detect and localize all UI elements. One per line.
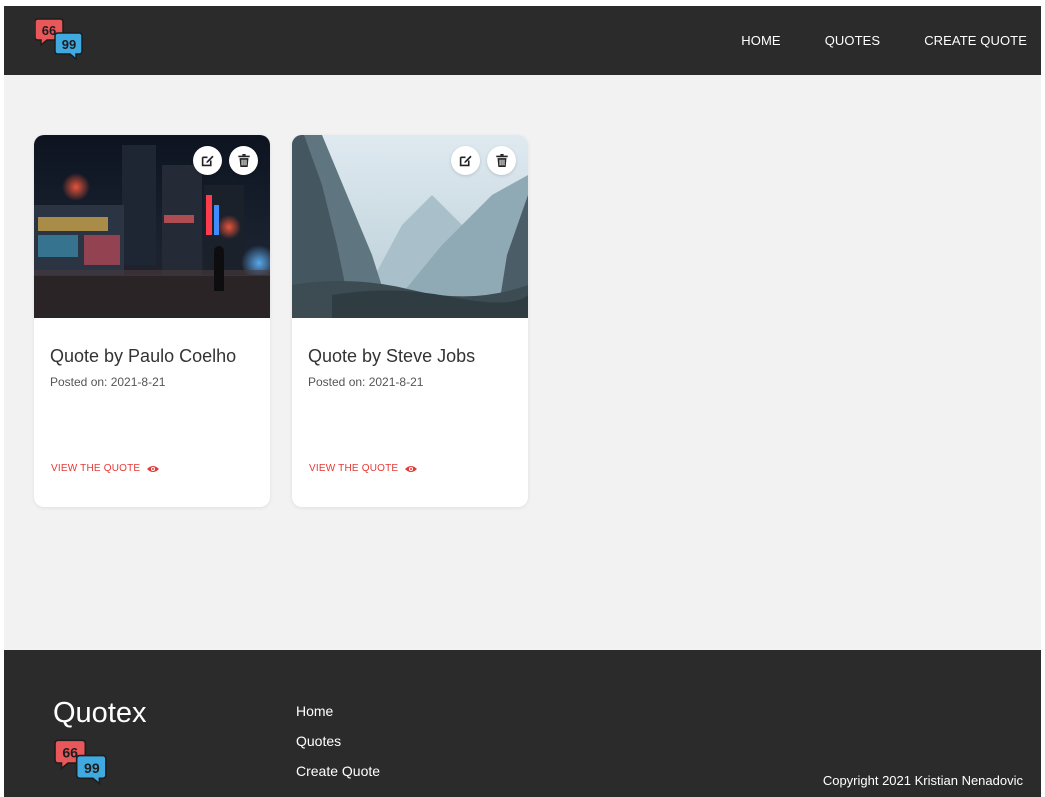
trash-icon: [495, 154, 508, 167]
card-date: Posted on: 2021-8-21: [308, 375, 424, 389]
page: 66 99 HOME QUOTES CREATE QUOTE Quote by …: [4, 6, 1041, 797]
svg-text:66: 66: [42, 23, 56, 38]
view-quote-label: VIEW THE QUOTE: [309, 463, 399, 474]
eye-icon: [147, 465, 160, 472]
view-quote-label: VIEW THE QUOTE: [51, 463, 141, 474]
view-quote-link[interactable]: VIEW THE QUOTE: [309, 463, 418, 474]
edit-button[interactable]: [451, 146, 480, 175]
delete-button[interactable]: [487, 146, 516, 175]
copyright-text: Copyright 2021 Kristian Nenadovic: [822, 773, 1023, 788]
footer-brand: Quotex: [53, 697, 147, 729]
card-title: Quote by Paulo Coelho: [50, 346, 237, 366]
nav-link-home[interactable]: HOME: [741, 33, 780, 48]
quote-card: Quote by Steve Jobs Posted on: 2021-8-21…: [292, 135, 528, 507]
card-actions: [444, 146, 516, 175]
card-body: Quote by Paulo Coelho Posted on: 2021-8-…: [50, 345, 258, 389]
svg-text:66: 66: [62, 745, 78, 761]
edit-icon: [459, 155, 472, 167]
card-title: Quote by Steve Jobs: [308, 346, 476, 366]
edit-icon: [201, 155, 214, 167]
quote-logo-icon[interactable]: 66 99: [34, 15, 83, 63]
quote-card: Quote by Paulo Coelho Posted on: 2021-8-…: [34, 135, 270, 507]
view-quote-link[interactable]: VIEW THE QUOTE: [51, 463, 160, 474]
card-body: Quote by Steve Jobs Posted on: 2021-8-21: [308, 345, 516, 389]
footer-links: Home Quotes Create Quote: [296, 704, 380, 794]
card-date: Posted on: 2021-8-21: [50, 375, 166, 389]
eye-icon: [405, 465, 418, 472]
card-actions: [186, 146, 258, 175]
footer-link-quotes[interactable]: Quotes: [296, 734, 380, 749]
nav-link-quotes[interactable]: QUOTES: [825, 33, 881, 48]
quote-logo-icon: 66 99: [53, 736, 109, 788]
trash-icon: [237, 154, 250, 167]
delete-button[interactable]: [229, 146, 258, 175]
svg-text:99: 99: [84, 760, 100, 776]
navbar: 66 99 HOME QUOTES CREATE QUOTE: [4, 6, 1041, 75]
nav-links: HOME QUOTES CREATE QUOTE: [741, 6, 1027, 75]
nav-link-create-quote[interactable]: CREATE QUOTE: [924, 33, 1027, 48]
svg-text:99: 99: [62, 37, 76, 52]
edit-button[interactable]: [193, 146, 222, 175]
footer-link-create-quote[interactable]: Create Quote: [296, 764, 380, 779]
footer-link-home[interactable]: Home: [296, 704, 380, 719]
footer: Quotex 66 99 Home Quotes Create Quote Co…: [4, 650, 1041, 797]
